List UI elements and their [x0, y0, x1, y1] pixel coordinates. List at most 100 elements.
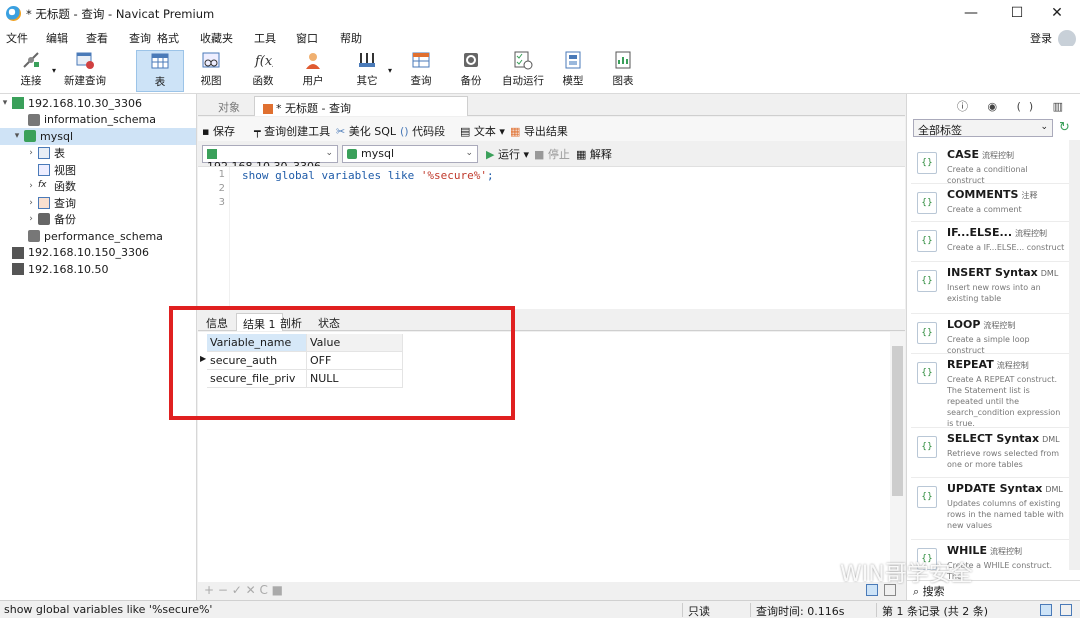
- explain-button[interactable]: ▦ 解释: [576, 146, 612, 162]
- toolbar-chart-button[interactable]: 图表: [606, 50, 640, 92]
- collapse-arrow-icon[interactable]: ▾: [0, 98, 10, 108]
- tree-mysql-functions[interactable]: › fx 函数: [0, 178, 196, 195]
- table-folder-icon: [38, 147, 50, 160]
- expand-arrow-icon[interactable]: ›: [26, 181, 36, 191]
- refresh-icon[interactable]: ↻: [1059, 120, 1070, 135]
- export-result-button[interactable]: ▦ 导出结果: [510, 123, 568, 139]
- toolbar-table-button[interactable]: 表: [136, 50, 184, 92]
- panel-mode-icons[interactable]: ⓘ ◉ () ▥: [957, 98, 1071, 114]
- line-number: 3: [218, 197, 225, 208]
- snippet-comments[interactable]: {} COMMENTS 注释 Create a comment: [911, 184, 1069, 222]
- title-bar: * 无标题 - 查询 - Navicat Premium — ☐ ✕: [0, 0, 1080, 28]
- tree-db-information-schema[interactable]: information_schema: [0, 112, 196, 129]
- beautify-icon: ✂: [336, 125, 349, 138]
- menu-view[interactable]: 查看: [86, 30, 108, 46]
- view-icon: [202, 52, 220, 68]
- tab-query[interactable]: * 无标题 - 查询: [254, 96, 468, 116]
- snippet-if-else[interactable]: {} IF...ELSE... 流程控制 Create a IF...ELSE... …: [911, 222, 1069, 262]
- grid-record-buttons[interactable]: + − ✓ ✕ C ■: [204, 583, 283, 597]
- menu-query[interactable]: 查询: [129, 30, 151, 46]
- toolbar-connection-button[interactable]: 连接: [14, 50, 48, 92]
- layout-left-icon[interactable]: [1040, 604, 1052, 616]
- status-query-time: 查询时间: 0.116s: [756, 605, 845, 618]
- scrollbar-thumb[interactable]: [892, 346, 903, 496]
- beautify-sql-button[interactable]: ✂ 美化 SQL: [336, 123, 396, 139]
- tree-connection-1[interactable]: ▾ 192.168.10.30_3306: [0, 95, 196, 112]
- status-record: 第 1 条记录 (共 2 条): [882, 605, 989, 618]
- tree-mysql-queries[interactable]: › 查询: [0, 195, 196, 212]
- toolbar-schedule-button[interactable]: 自动运行: [500, 50, 546, 92]
- tree-connection-3[interactable]: 192.168.10.50: [0, 261, 196, 278]
- minimize-button[interactable]: —: [948, 0, 994, 28]
- snippet-update[interactable]: {} UPDATE Syntax DML Updates columns of exi…: [911, 478, 1069, 540]
- code-snippet-button[interactable]: () 代码段: [400, 123, 445, 139]
- others-dropdown-icon[interactable]: ▾: [388, 66, 392, 75]
- close-button[interactable]: ✕: [1034, 0, 1080, 28]
- expand-arrow-icon[interactable]: ›: [26, 148, 36, 158]
- snippet-select[interactable]: {} SELECT Syntax DML Retrieve rows selected…: [911, 428, 1069, 478]
- menu-format[interactable]: 格式: [157, 30, 179, 46]
- snippet-panel: ⓘ ◉ () ▥ 全部标签 ⌄ ↻ {} CASE 流程控制 Create a cond…: [906, 94, 1080, 600]
- snippet-scrollbar[interactable]: [1069, 140, 1080, 570]
- tree-mysql-backups[interactable]: › 备份: [0, 211, 196, 228]
- tree-mysql-views[interactable]: 视图: [0, 161, 196, 178]
- snippet-repeat[interactable]: {} REPEAT 流程控制 Create A REPEAT construct. T…: [911, 354, 1069, 428]
- toolbar-query-button[interactable]: 查询: [404, 50, 438, 92]
- layout-right-icon[interactable]: [1060, 604, 1072, 616]
- toolbar-user-button[interactable]: 用户: [296, 50, 330, 92]
- tree-db-mysql[interactable]: ▾ mysql: [0, 128, 196, 145]
- save-button[interactable]: ▪ 保存: [202, 123, 235, 139]
- query-builder-button[interactable]: ┯ 查询创建工具: [254, 123, 330, 139]
- toolbar-backup-button[interactable]: 备份: [454, 50, 488, 92]
- toolbar-function-button[interactable]: f(x) 函数: [246, 50, 280, 92]
- text-icon: ▤: [460, 125, 474, 138]
- snippet-icon: {}: [917, 230, 937, 252]
- snippet-tag-filter[interactable]: 全部标签 ⌄: [913, 119, 1053, 137]
- menu-bar: 文件 编辑 查看 查询 格式 收藏夹 工具 窗口 帮助 登录: [0, 28, 1080, 46]
- connection-dropdown-icon[interactable]: ▾: [52, 66, 56, 75]
- tree-db-performance-schema[interactable]: performance_schema: [0, 228, 196, 245]
- text-button[interactable]: ▤ 文本 ▾: [460, 123, 505, 139]
- tree-mysql-tables[interactable]: › 表: [0, 145, 196, 162]
- query-toolbar: ▪ 保存 ┯ 查询创建工具 ✂ 美化 SQL () 代码段 ▤ 文本 ▾ ▦ 导…: [198, 117, 905, 141]
- save-icon: ▪: [202, 125, 213, 138]
- line-number: 2: [218, 183, 225, 194]
- snippet-insert[interactable]: {} INSERT Syntax DML Insert new rows into a…: [911, 262, 1069, 314]
- user-icon: [306, 53, 320, 69]
- toolbar-others-button[interactable]: 其它: [350, 50, 384, 92]
- tree-connection-2[interactable]: 192.168.10.150_3306: [0, 244, 196, 261]
- login-link[interactable]: 登录: [1030, 30, 1052, 46]
- tab-objects[interactable]: 对象: [210, 96, 248, 116]
- toolbar-model-button[interactable]: 模型: [556, 50, 590, 92]
- connection-select[interactable]: 192.168.10.30_3306 ⌄: [202, 145, 338, 173]
- snippet-icon: {}: [917, 152, 937, 174]
- snippet-case[interactable]: {} CASE 流程控制 Create a conditional construct: [911, 144, 1069, 185]
- menu-window[interactable]: 窗口: [296, 30, 318, 46]
- sql-editor[interactable]: 1 2 3 show global variables like '%secur…: [198, 166, 905, 310]
- menu-favorites[interactable]: 收藏夹: [200, 30, 233, 46]
- menu-file[interactable]: 文件: [6, 30, 28, 46]
- snippet-icon: {}: [917, 436, 937, 458]
- expand-arrow-icon[interactable]: ›: [26, 214, 36, 224]
- view-folder-icon: [38, 163, 50, 176]
- menu-edit[interactable]: 编辑: [46, 30, 68, 46]
- snippet-loop[interactable]: {} LOOP 流程控制 Create a simple loop construct: [911, 314, 1069, 355]
- query-tab-icon: [263, 104, 273, 114]
- menu-tools[interactable]: 工具: [254, 30, 276, 46]
- run-button[interactable]: ▶ 运行 ▾: [486, 146, 529, 162]
- database-select[interactable]: mysql ⌄: [342, 145, 478, 163]
- menu-help[interactable]: 帮助: [340, 30, 362, 46]
- explain-icon: ▦: [576, 148, 590, 161]
- snippet-icon: {}: [917, 486, 937, 508]
- model-icon: [565, 51, 581, 69]
- sql-code-line[interactable]: show global variables like '%secure%';: [242, 169, 494, 182]
- status-bar: show global variables like '%secure%' 只读…: [0, 600, 1080, 618]
- stop-button[interactable]: ■ 停止: [534, 146, 570, 162]
- new-query-icon: [76, 52, 94, 69]
- expand-arrow-icon[interactable]: ›: [26, 198, 36, 208]
- toolbar-view-button[interactable]: 视图: [194, 50, 228, 92]
- query-icon: [412, 52, 430, 68]
- toolbar-new-query-button[interactable]: 新建查询: [60, 50, 110, 92]
- collapse-arrow-icon[interactable]: ▾: [12, 131, 22, 141]
- backup-icon: [464, 53, 478, 67]
